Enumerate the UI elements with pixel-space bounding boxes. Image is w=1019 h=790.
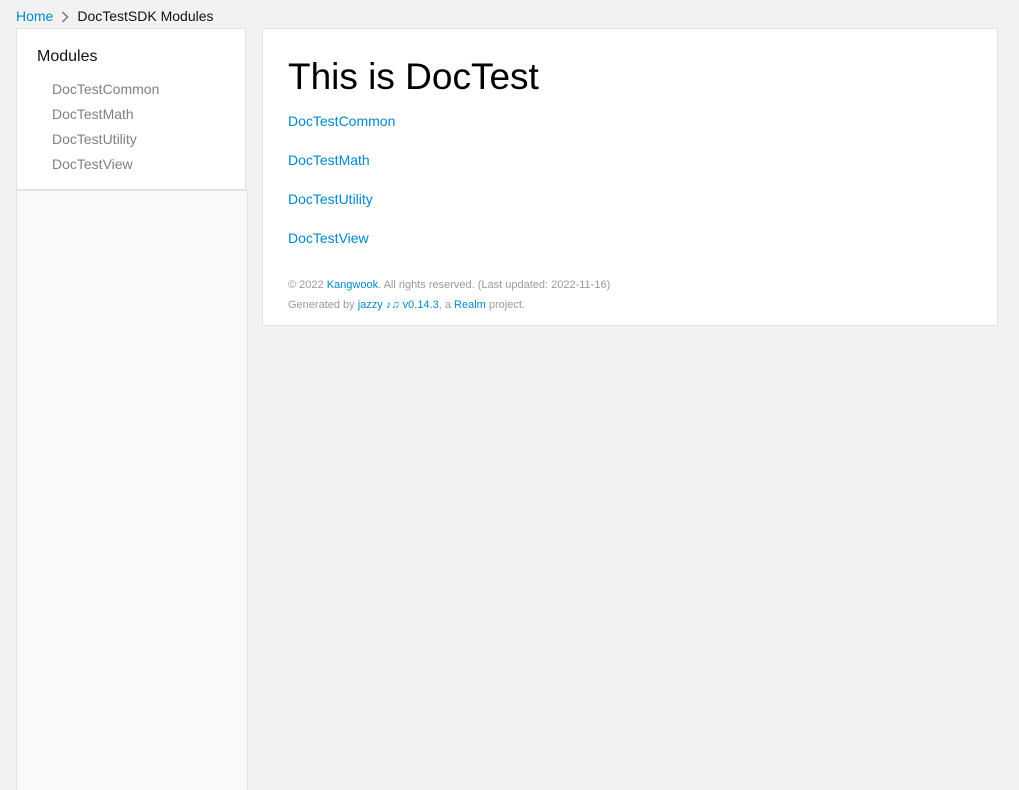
module-list-item: DocTestUtility [288, 189, 395, 228]
sidebar-item-doctestcommon: DocTestCommon [52, 79, 159, 104]
realm-link[interactable]: Realm [454, 299, 486, 311]
module-list-item: DocTestCommon [288, 111, 395, 150]
breadcrumb-home-link[interactable]: Home [16, 8, 53, 24]
sidebar-item-doctestmath: DocTestMath [52, 104, 159, 129]
sidebar-item-doctestutility: DocTestUtility [52, 129, 159, 154]
sidebar-empty-area [16, 190, 248, 790]
page-title: This is DocTest [288, 56, 539, 97]
module-link-doctestview[interactable]: DocTestView [288, 230, 369, 246]
generated-prefix: Generated by [288, 299, 358, 311]
sidebar-module-list: DocTestCommon DocTestMath DocTestUtility… [52, 79, 159, 179]
chevron-right-icon [55, 8, 75, 24]
jazzy-link[interactable]: jazzy ♪♫ v0.14.3 [358, 299, 439, 311]
breadcrumb-current: DocTestSDK Modules [77, 8, 214, 24]
sidebar-nav: Modules DocTestCommon DocTestMath DocTes… [16, 28, 246, 190]
main-content: This is DocTest DocTestCommon DocTestMat… [262, 28, 998, 326]
sidebar-link[interactable]: DocTestUtility [52, 131, 137, 147]
author-link[interactable]: Kangwook [327, 279, 378, 291]
module-link-doctestutility[interactable]: DocTestUtility [288, 191, 373, 207]
generated-middle: , a [438, 299, 455, 311]
module-link-doctestmath[interactable]: DocTestMath [288, 152, 370, 168]
footer: © 2022 Kangwook. All rights reserved. (L… [288, 275, 610, 315]
module-link-doctestcommon[interactable]: DocTestCommon [288, 113, 395, 129]
copyright-suffix: . All rights reserved. (Last updated: 20… [378, 279, 611, 291]
module-list-item: DocTestMath [288, 150, 395, 189]
generated-by-line: Generated by jazzy ♪♫ v0.14.3, a Realm p… [288, 295, 610, 315]
sidebar-title: Modules [37, 48, 98, 65]
copyright-line: © 2022 Kangwook. All rights reserved. (L… [288, 275, 610, 295]
sidebar-link[interactable]: DocTestCommon [52, 81, 159, 97]
module-list-item: DocTestView [288, 228, 395, 267]
breadcrumb: Home DocTestSDK Modules [16, 6, 214, 26]
generated-suffix: project. [485, 299, 525, 311]
copyright-prefix: © 2022 [288, 279, 327, 291]
sidebar-item-doctestview: DocTestView [52, 154, 159, 179]
sidebar-link[interactable]: DocTestView [52, 156, 133, 172]
module-link-list: DocTestCommon DocTestMath DocTestUtility… [288, 111, 395, 267]
sidebar-link[interactable]: DocTestMath [52, 106, 134, 122]
